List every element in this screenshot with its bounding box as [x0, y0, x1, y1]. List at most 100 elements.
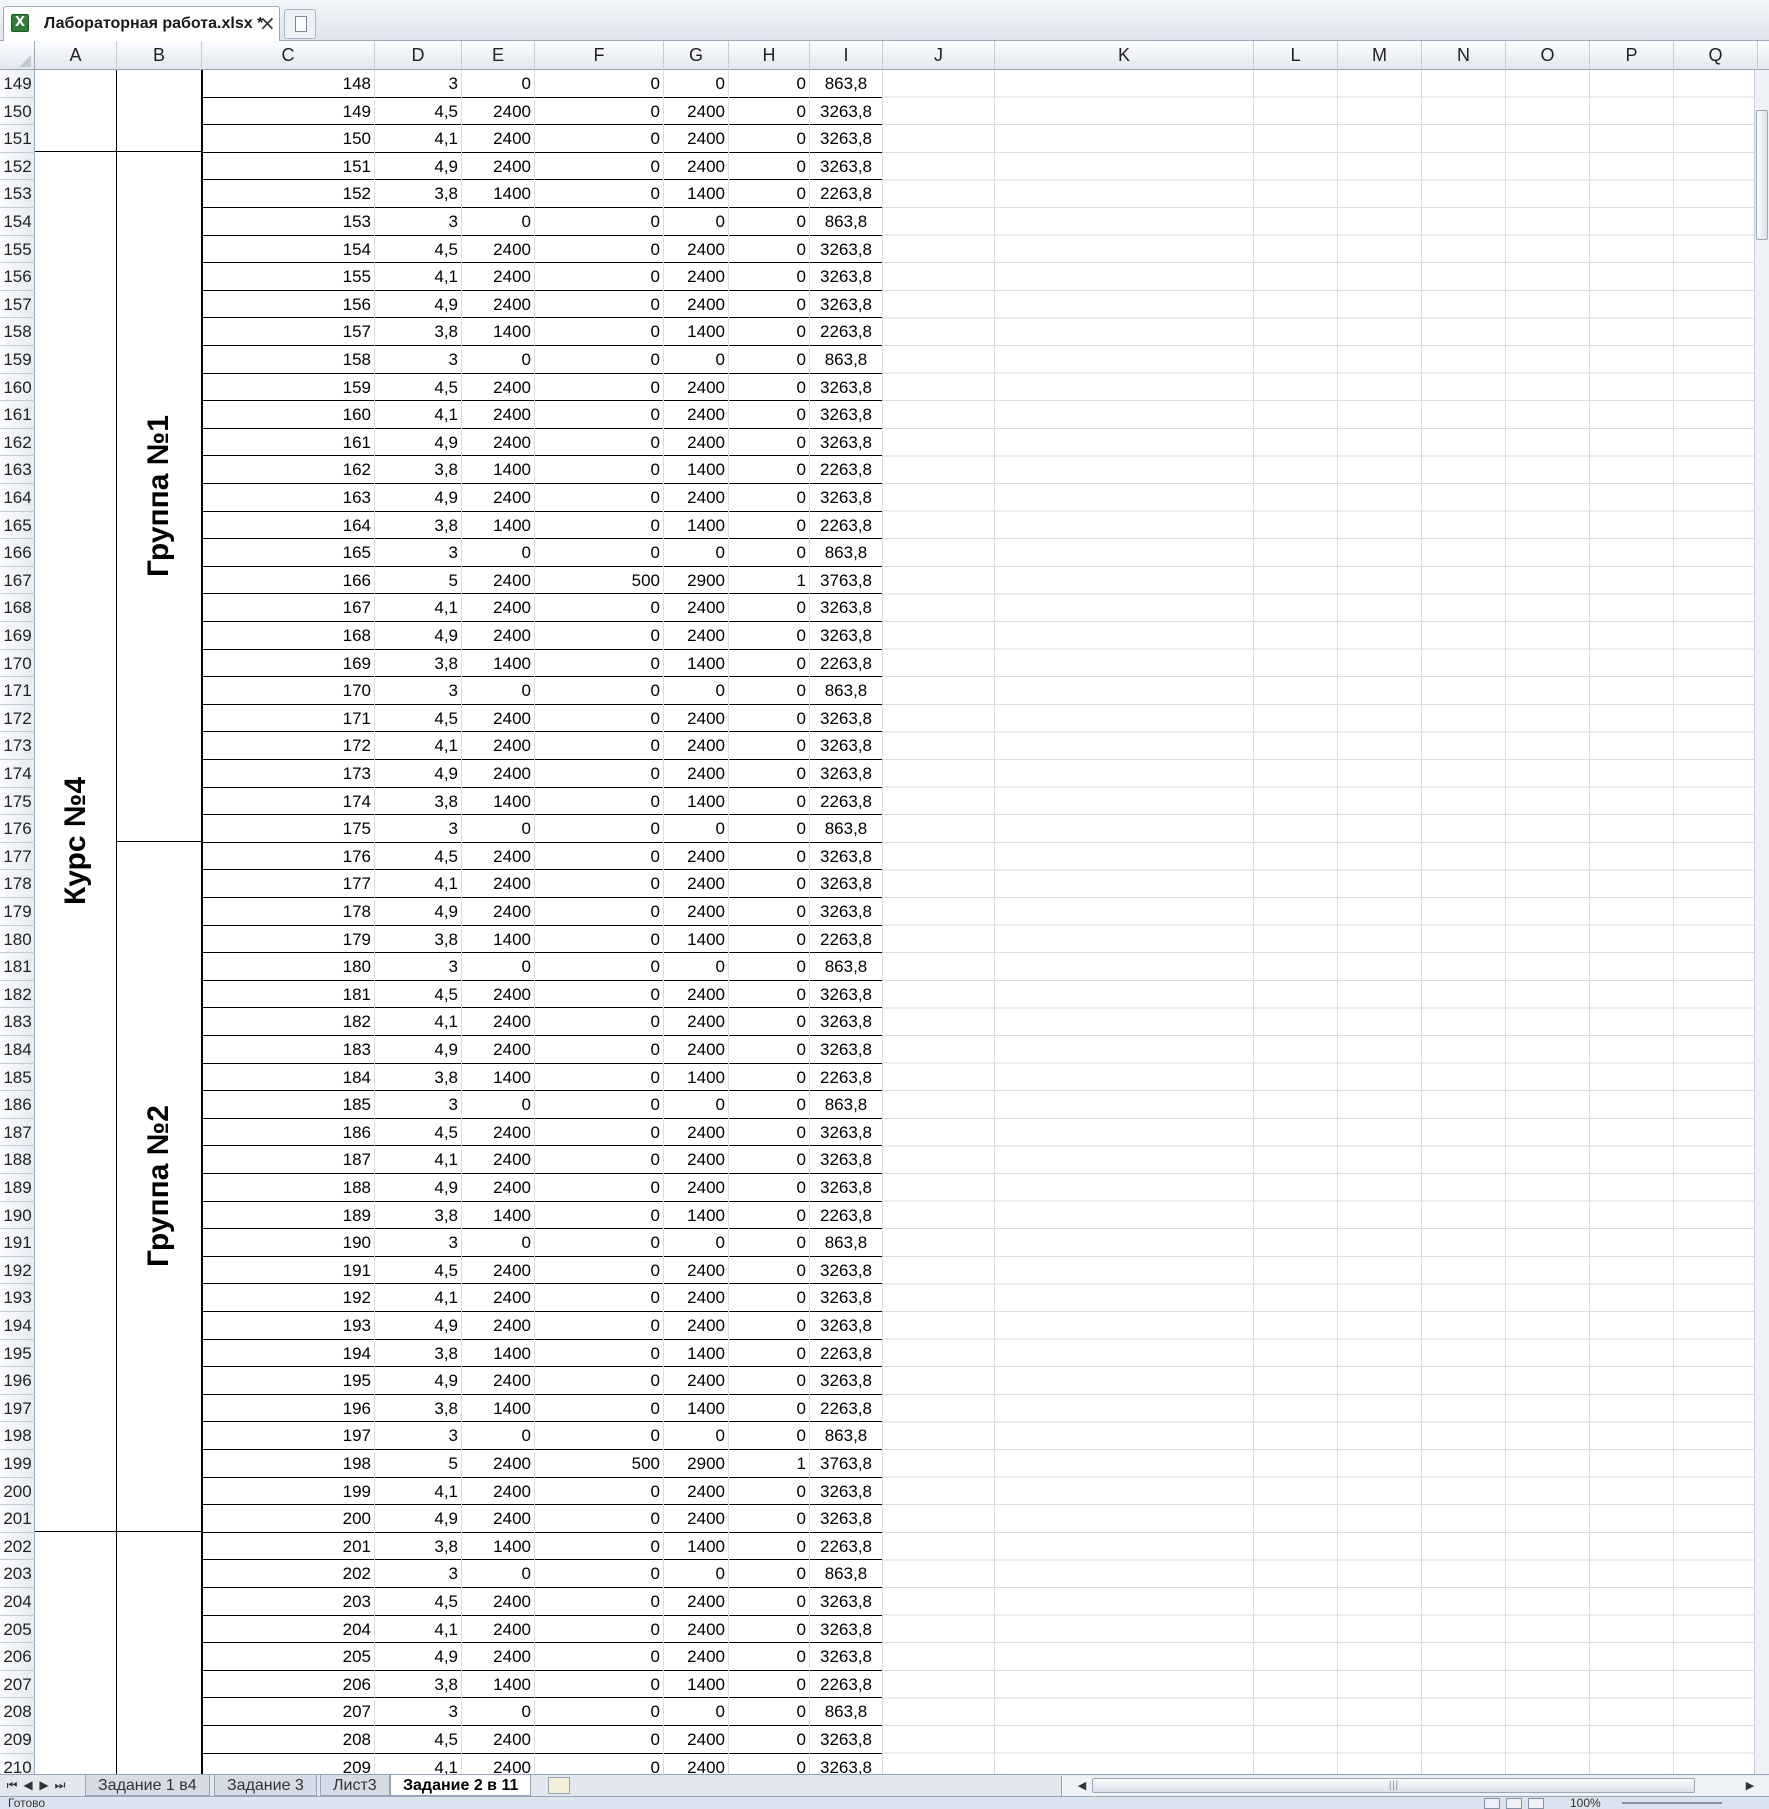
- cell-i[interactable]: 863,8: [810, 1229, 883, 1257]
- cell-e[interactable]: 2400: [462, 97, 535, 126]
- cell-h[interactable]: 0: [729, 401, 810, 429]
- cell-g[interactable]: 2400: [664, 1284, 729, 1312]
- cell-c[interactable]: 187: [202, 1146, 375, 1174]
- cell-e[interactable]: 2400: [462, 290, 535, 319]
- cell-d[interactable]: 3,8: [375, 456, 462, 484]
- cell-d[interactable]: 3,8: [375, 1394, 462, 1423]
- cell-f[interactable]: 0: [535, 539, 664, 567]
- cell-f[interactable]: 0: [535, 1560, 664, 1588]
- cell-f[interactable]: 0: [535, 649, 664, 678]
- cell-f[interactable]: 0: [535, 428, 664, 457]
- cell-c[interactable]: 188: [202, 1174, 375, 1202]
- cell-d[interactable]: 4,5: [375, 1118, 462, 1147]
- cell-h[interactable]: 0: [729, 1063, 810, 1092]
- cell-i[interactable]: 2263,8: [810, 1339, 883, 1368]
- cell-e[interactable]: 2400: [462, 125, 535, 153]
- cell-f[interactable]: 0: [535, 1339, 664, 1368]
- prev-sheet-icon[interactable]: ◀: [20, 1776, 36, 1794]
- cell-h[interactable]: 0: [729, 980, 810, 1009]
- column-header-g[interactable]: G: [664, 41, 729, 70]
- cell-d[interactable]: 3,8: [375, 1532, 462, 1561]
- cell-g[interactable]: 1400: [664, 1532, 729, 1561]
- row-header[interactable]: 163: [0, 456, 35, 484]
- row-header[interactable]: 178: [0, 870, 35, 898]
- cell-i[interactable]: 3263,8: [810, 1174, 883, 1202]
- cell-c[interactable]: 199: [202, 1477, 375, 1506]
- cell-e[interactable]: 2400: [462, 1643, 535, 1671]
- zoom-level[interactable]: 100%: [1570, 1797, 1601, 1809]
- cell-e[interactable]: 2400: [462, 1367, 535, 1395]
- cell-f[interactable]: 0: [535, 1036, 664, 1064]
- cell-h[interactable]: 0: [729, 815, 810, 843]
- cell-f[interactable]: 0: [535, 898, 664, 926]
- cell-c[interactable]: 153: [202, 208, 375, 236]
- cell-i[interactable]: 3263,8: [810, 760, 883, 788]
- cell-f[interactable]: 0: [535, 1422, 664, 1450]
- cell-i[interactable]: 3263,8: [810, 1008, 883, 1036]
- cell-d[interactable]: 4,5: [375, 1256, 462, 1285]
- cell-d[interactable]: 4,1: [375, 1615, 462, 1644]
- cell-e[interactable]: 0: [462, 1422, 535, 1450]
- cell-e[interactable]: 2400: [462, 622, 535, 650]
- cell-c[interactable]: 207: [202, 1698, 375, 1726]
- cell-d[interactable]: 3,8: [375, 1339, 462, 1368]
- column-header-p[interactable]: P: [1590, 41, 1674, 70]
- cell-d[interactable]: 5: [375, 1450, 462, 1478]
- cell-h[interactable]: 0: [729, 1118, 810, 1147]
- cell-g[interactable]: 2400: [664, 1146, 729, 1174]
- cell-g[interactable]: 2400: [664, 263, 729, 291]
- cell-e[interactable]: 1400: [462, 318, 535, 346]
- cell-i[interactable]: 3263,8: [810, 484, 883, 512]
- cell-g[interactable]: 2400: [664, 842, 729, 871]
- cell-c[interactable]: 180: [202, 953, 375, 981]
- cell-h[interactable]: 0: [729, 1588, 810, 1616]
- cell-e[interactable]: 2400: [462, 760, 535, 788]
- cell-e[interactable]: 2400: [462, 704, 535, 733]
- row-header[interactable]: 160: [0, 374, 35, 402]
- cell-d[interactable]: 3,8: [375, 1201, 462, 1230]
- cell-e[interactable]: 2400: [462, 842, 535, 871]
- cell-f[interactable]: 0: [535, 1201, 664, 1230]
- cell-c[interactable]: 200: [202, 1505, 375, 1533]
- cell-f[interactable]: 0: [535, 1118, 664, 1147]
- row-header[interactable]: 167: [0, 567, 35, 595]
- cell-d[interactable]: 3,8: [375, 649, 462, 678]
- cell-i[interactable]: 3263,8: [810, 842, 883, 871]
- cell-g[interactable]: 2400: [664, 373, 729, 402]
- cell-e[interactable]: 0: [462, 208, 535, 236]
- cell-f[interactable]: 0: [535, 180, 664, 208]
- cell-e[interactable]: 2400: [462, 1146, 535, 1174]
- cell-h[interactable]: 0: [729, 1229, 810, 1257]
- insert-sheet-icon[interactable]: [548, 1777, 570, 1794]
- cell-e[interactable]: 2400: [462, 1450, 535, 1478]
- cell-g[interactable]: 2400: [664, 704, 729, 733]
- column-header-o[interactable]: O: [1506, 41, 1590, 70]
- cell-f[interactable]: 0: [535, 953, 664, 981]
- cell-h[interactable]: 0: [729, 1284, 810, 1312]
- row-header[interactable]: 177: [0, 843, 35, 871]
- cell-area[interactable]: 148 3 0 0 0 0 863,8 149 4,5 2400 0 2400 0 3263,8 150 4,…: [35, 70, 1769, 1774]
- merged-cell-b-bottom[interactable]: [117, 1531, 202, 1774]
- cell-h[interactable]: 0: [729, 1256, 810, 1285]
- cell-d[interactable]: 3: [375, 1560, 462, 1588]
- column-header-h[interactable]: H: [729, 41, 810, 70]
- row-header[interactable]: 179: [0, 898, 35, 926]
- cell-d[interactable]: 4,1: [375, 1477, 462, 1506]
- cell-i[interactable]: 3263,8: [810, 1312, 883, 1340]
- close-icon[interactable]: ×: [259, 11, 276, 35]
- row-header[interactable]: 156: [0, 263, 35, 291]
- cell-i[interactable]: 3763,8: [810, 566, 883, 595]
- cell-i[interactable]: 863,8: [810, 1422, 883, 1450]
- scroll-right-icon[interactable]: ▶: [1742, 1777, 1758, 1795]
- cell-e[interactable]: 2400: [462, 428, 535, 457]
- cell-e[interactable]: 0: [462, 953, 535, 981]
- column-header-e[interactable]: E: [462, 41, 535, 70]
- cell-i[interactable]: 3263,8: [810, 1753, 883, 1774]
- cell-e[interactable]: 2400: [462, 401, 535, 429]
- cell-i[interactable]: 2263,8: [810, 925, 883, 954]
- cell-g[interactable]: 2900: [664, 566, 729, 595]
- column-header-q[interactable]: Q: [1674, 41, 1758, 70]
- normal-view-icon[interactable]: [1484, 1798, 1500, 1809]
- cell-i[interactable]: 863,8: [810, 539, 883, 567]
- cell-d[interactable]: 4,9: [375, 1505, 462, 1533]
